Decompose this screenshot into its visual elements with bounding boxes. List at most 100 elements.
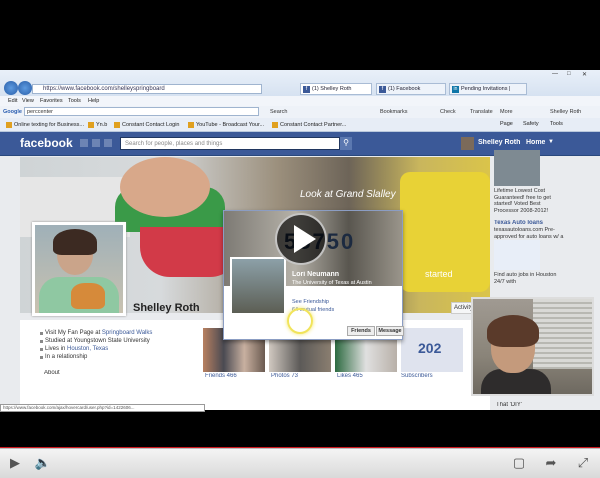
- address-input[interactable]: https://www.facebook.com/shelleyspringbo…: [32, 84, 262, 94]
- tab-pending-invitations[interactable]: in Pending Invitations |: [449, 83, 527, 95]
- friends-button-label: Friends: [351, 328, 371, 334]
- info-item: Visit My Fan Page at Springboard Walks: [40, 329, 200, 337]
- ad-text[interactable]: texasautoloans.com Pre-approved for auto…: [494, 227, 564, 240]
- webcam-body: [481, 369, 551, 394]
- menu-edit[interactable]: Edit: [8, 98, 17, 104]
- hovercard-school: The University of Texas at Austin: [292, 280, 372, 286]
- notifications-icon[interactable]: [104, 139, 112, 147]
- friends-button[interactable]: Friends: [347, 326, 375, 336]
- subscribers-label[interactable]: Subscribers: [401, 373, 433, 379]
- avatar[interactable]: [461, 137, 474, 150]
- cover-caption: Look at Grand Slalley: [300, 189, 396, 200]
- favorite-link[interactable]: Yn.b: [88, 121, 107, 130]
- google-toolbar: Google perccenter Search Bookmarks Check…: [0, 106, 600, 118]
- menu-help[interactable]: Help: [88, 98, 99, 104]
- favorites-bar: Online texting for Business... Yn.b Cons…: [0, 118, 600, 132]
- webcam-blinds: [533, 299, 592, 369]
- facebook-icon: f: [379, 86, 386, 93]
- google-search-button[interactable]: Search: [270, 109, 287, 115]
- likes-label[interactable]: Likes 465: [337, 373, 363, 379]
- play-icon[interactable]: [294, 225, 316, 253]
- message-button[interactable]: Message: [376, 326, 404, 336]
- cursor-highlight: [287, 308, 313, 334]
- location-link[interactable]: Houston, Texas: [67, 346, 108, 352]
- close-icon[interactable]: ✕: [582, 71, 590, 79]
- info-text: Studied at Youngstown State University: [45, 338, 150, 344]
- message-button-label: Message: [378, 328, 402, 334]
- about-link[interactable]: About: [44, 370, 60, 376]
- play-icon[interactable]: ▶: [6, 455, 24, 471]
- profile-dog: [71, 283, 105, 309]
- facebook-icon: f: [303, 86, 310, 93]
- user-name-link[interactable]: Shelley Roth: [478, 139, 520, 146]
- check-button[interactable]: Check: [440, 109, 456, 115]
- info-item: Studied at Youngstown State University: [40, 337, 200, 345]
- menu-tools[interactable]: Tools: [68, 98, 81, 104]
- home-link[interactable]: Home: [526, 139, 545, 146]
- more-button[interactable]: More: [500, 109, 513, 115]
- webcam-overlay: [471, 297, 594, 396]
- facebook-logo[interactable]: facebook: [20, 136, 73, 150]
- friends-label[interactable]: Friends 466: [205, 373, 237, 379]
- maximize-icon[interactable]: □: [567, 71, 575, 79]
- menu-favorites[interactable]: Favorites: [40, 98, 63, 104]
- favorite-link[interactable]: Constant Contact Partner...: [272, 121, 346, 130]
- ad-title[interactable]: Texas Auto loans: [494, 220, 564, 227]
- tab-label: (1) Facebook: [388, 86, 421, 92]
- tab-label: Pending Invitations |: [461, 86, 511, 92]
- translate-button[interactable]: Translate: [470, 109, 493, 115]
- linkedin-icon: in: [452, 86, 459, 93]
- page-menu[interactable]: Page: [500, 121, 513, 127]
- status-bar-url: https://www.facebook.com/ajax/hovercard/…: [0, 404, 205, 412]
- tab-facebook[interactable]: f (1) Facebook: [376, 83, 446, 95]
- forward-button[interactable]: [18, 81, 32, 95]
- address-bar-row: — □ ✕ https://www.facebook.com/shelleysp…: [0, 70, 600, 96]
- ad-text[interactable]: Lifetime Lowest Cost Guaranteed! free to…: [494, 188, 564, 220]
- share-icon[interactable]: ➦: [542, 455, 560, 471]
- minimize-icon[interactable]: —: [552, 71, 560, 79]
- texas-map-icon[interactable]: [494, 240, 540, 270]
- see-friendship-link[interactable]: See Friendship: [292, 299, 329, 305]
- facebook-search-input[interactable]: Search for people, places and things: [120, 137, 340, 150]
- subscribers-count: 202: [418, 340, 442, 356]
- favorite-link[interactable]: Constant Contact Login: [114, 121, 179, 130]
- photos-label[interactable]: Photos 73: [271, 373, 298, 379]
- signed-in-user[interactable]: Shelley Roth: [550, 109, 581, 115]
- info-text: In a relationship: [45, 354, 88, 360]
- info-item: In a relationship: [40, 353, 200, 361]
- ads-column: Lifetime Lowest Cost Guaranteed! free to…: [494, 150, 564, 285]
- profile-hair: [53, 229, 97, 255]
- that-label: That 'DIY': [496, 402, 522, 408]
- friend-requests-icon[interactable]: [80, 139, 88, 147]
- tab-shelley-roth[interactable]: f (1) Shelley Roth: [300, 83, 372, 95]
- profile-info-list: Visit My Fan Page at Springboard Walks S…: [40, 329, 200, 361]
- watch-later-icon[interactable]: ▢: [510, 455, 528, 471]
- fullscreen-icon[interactable]: ⤢: [574, 455, 592, 471]
- ad-image[interactable]: [494, 150, 540, 186]
- profile-picture[interactable]: [32, 222, 126, 316]
- hovercard-avatar[interactable]: [230, 257, 286, 315]
- menu-view[interactable]: View: [22, 98, 34, 104]
- safety-menu[interactable]: Safety: [523, 121, 539, 127]
- google-logo: Google: [3, 109, 22, 115]
- video-frame: — □ ✕ https://www.facebook.com/shelleysp…: [0, 0, 600, 478]
- hovercard-name[interactable]: Lori Neumann: [292, 271, 339, 278]
- volume-icon[interactable]: 🔈: [34, 455, 52, 471]
- webcam-hair: [487, 315, 539, 347]
- profile-name[interactable]: Shelley Roth: [133, 302, 200, 314]
- messages-icon[interactable]: [92, 139, 100, 147]
- tab-label: (1) Shelley Roth: [312, 86, 352, 92]
- favorite-link[interactable]: Online texting for Business...: [6, 121, 84, 130]
- back-button[interactable]: [4, 81, 18, 95]
- search-icon[interactable]: ⚲: [340, 137, 352, 150]
- google-search-input[interactable]: perccenter: [24, 107, 259, 116]
- menu-bar: Edit View Favorites Tools Help: [0, 96, 600, 106]
- bookmarks-button[interactable]: Bookmarks: [380, 109, 408, 115]
- cover-started-text: started: [425, 269, 453, 279]
- ad-text[interactable]: Find auto jobs in Houston 24/7 with: [494, 272, 564, 285]
- info-text: Lives in: [45, 346, 68, 352]
- chevron-down-icon[interactable]: ▼: [548, 139, 554, 145]
- favorite-link[interactable]: YouTube - Broadcast Your...: [188, 121, 264, 130]
- tools-menu[interactable]: Tools: [550, 121, 563, 127]
- fan-page-link[interactable]: Springboard Walks: [102, 330, 152, 336]
